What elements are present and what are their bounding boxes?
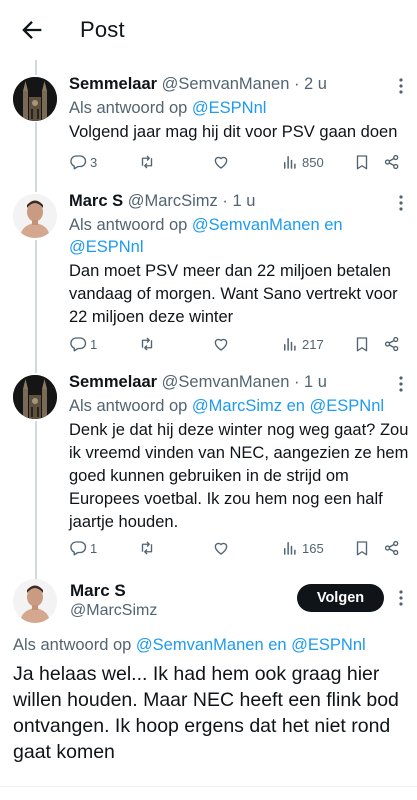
reply-post[interactable]: Semmelaar @SemvanManen · 2 u Als antwoor… (0, 75, 417, 180)
bookmark-button[interactable] (353, 334, 371, 354)
retweet-button[interactable] (138, 152, 156, 172)
mention-link[interactable]: @SemvanManen en @ESPNnl (136, 636, 366, 654)
arrow-left-icon[interactable] (18, 16, 46, 44)
retweet-icon (141, 337, 153, 351)
reply-prefix: Als antwoord op (69, 99, 192, 117)
bookmark-button[interactable] (353, 538, 371, 558)
avatar[interactable] (13, 194, 57, 238)
action-bar: 1 217 (69, 334, 409, 354)
action-bar: 3 850 (69, 152, 409, 172)
author-name[interactable]: Semmelaar (69, 373, 157, 391)
mention-link[interactable]: @ESPNnl (192, 99, 267, 117)
divider (0, 786, 417, 787)
views-button[interactable]: 850 (281, 152, 324, 172)
more-options-icon[interactable] (398, 589, 404, 607)
avatar[interactable] (13, 375, 57, 419)
share-icon (384, 540, 399, 556)
more-options-icon[interactable] (398, 375, 404, 393)
share-icon (384, 154, 399, 170)
reply-button[interactable]: 3 (69, 152, 97, 172)
comment-icon (70, 155, 87, 170)
bookmark-icon (356, 541, 368, 556)
views-count: 850 (302, 154, 324, 170)
share-button[interactable] (383, 334, 401, 354)
author-handle: @SemvanManen · 1 u (161, 373, 327, 391)
avatar[interactable] (13, 77, 57, 121)
author-handle[interactable]: @MarcSimz (70, 602, 157, 620)
retweet-button[interactable] (138, 334, 156, 354)
author-name[interactable]: Marc S (70, 581, 126, 601)
reply-post[interactable]: Semmelaar @SemvanManen · 1 u Als antwoor… (0, 373, 417, 568)
reply-context: Als antwoord op @MarcSimz en @ESPNnl (69, 395, 399, 417)
avatar[interactable] (13, 579, 57, 623)
thread-line (35, 60, 37, 75)
views-button[interactable]: 217 (281, 334, 324, 354)
views-chart-icon (284, 156, 296, 169)
post-header: Semmelaar @SemvanManen · 1 u (69, 373, 327, 392)
reply-button[interactable]: 1 (69, 538, 97, 558)
share-button[interactable] (383, 538, 401, 558)
views-chart-icon (284, 338, 296, 351)
author-handle: @MarcSimz · 1 u (127, 192, 256, 210)
bookmark-icon (356, 155, 368, 170)
post-text: Dan moet PSV meer dan 22 miljoen betalen… (69, 262, 398, 326)
views-count: 165 (302, 540, 324, 556)
post-header: Marc S @MarcSimz · 1 u (69, 192, 255, 211)
reply-prefix: Als antwoord op (69, 397, 192, 415)
like-button[interactable] (212, 538, 230, 558)
retweet-icon (141, 541, 153, 555)
reply-context: Als antwoord op @SemvanManen en @ESPNnl (69, 214, 369, 258)
more-options-icon[interactable] (398, 77, 404, 95)
reply-context: Als antwoord op @SemvanManen en @ESPNnl (13, 636, 366, 655)
reply-prefix: Als antwoord op (69, 216, 192, 234)
like-button[interactable] (212, 152, 230, 172)
action-bar: 1 165 (69, 538, 409, 558)
heart-icon (214, 156, 228, 169)
page-title: Post (80, 17, 125, 42)
post-text: Volgend jaar mag hij dit voor PSV gaan d… (69, 123, 398, 141)
reply-count: 3 (90, 154, 98, 170)
views-count: 217 (302, 336, 324, 352)
reply-count: 1 (90, 540, 98, 556)
views-button[interactable]: 165 (281, 538, 324, 558)
top-bar: Post (0, 0, 417, 60)
reply-context: Als antwoord op @ESPNnl (69, 97, 399, 119)
post-header: Semmelaar @SemvanManen · 2 u (69, 75, 327, 94)
author-name[interactable]: Marc S (69, 192, 123, 210)
reply-post[interactable]: Marc S @MarcSimz · 1 u Als antwoord op @… (0, 192, 417, 362)
author-name[interactable]: Semmelaar (69, 75, 157, 93)
share-icon (384, 336, 399, 352)
follow-button[interactable]: Volgen (297, 584, 384, 612)
bookmark-icon (356, 337, 368, 352)
more-options-icon[interactable] (398, 194, 404, 212)
heart-icon (214, 338, 228, 351)
comment-icon (70, 541, 87, 556)
views-chart-icon (284, 542, 296, 555)
reply-prefix: Als antwoord op (13, 636, 136, 654)
reply-button[interactable]: 1 (69, 334, 97, 354)
like-button[interactable] (212, 334, 230, 354)
author-handle: @SemvanManen · 2 u (161, 75, 327, 93)
retweet-icon (141, 155, 153, 169)
comment-icon (70, 337, 87, 352)
share-button[interactable] (383, 152, 401, 172)
retweet-button[interactable] (138, 538, 156, 558)
heart-icon (214, 542, 228, 555)
bookmark-button[interactable] (353, 152, 371, 172)
reply-count: 1 (90, 336, 98, 352)
post-text: Denk je dat hij deze winter nog weg gaat… (69, 421, 409, 531)
post-text: Ja helaas wel... Ik had hem ook graag hi… (13, 663, 399, 763)
mention-link[interactable]: @MarcSimz en @ESPNnl (192, 397, 384, 415)
